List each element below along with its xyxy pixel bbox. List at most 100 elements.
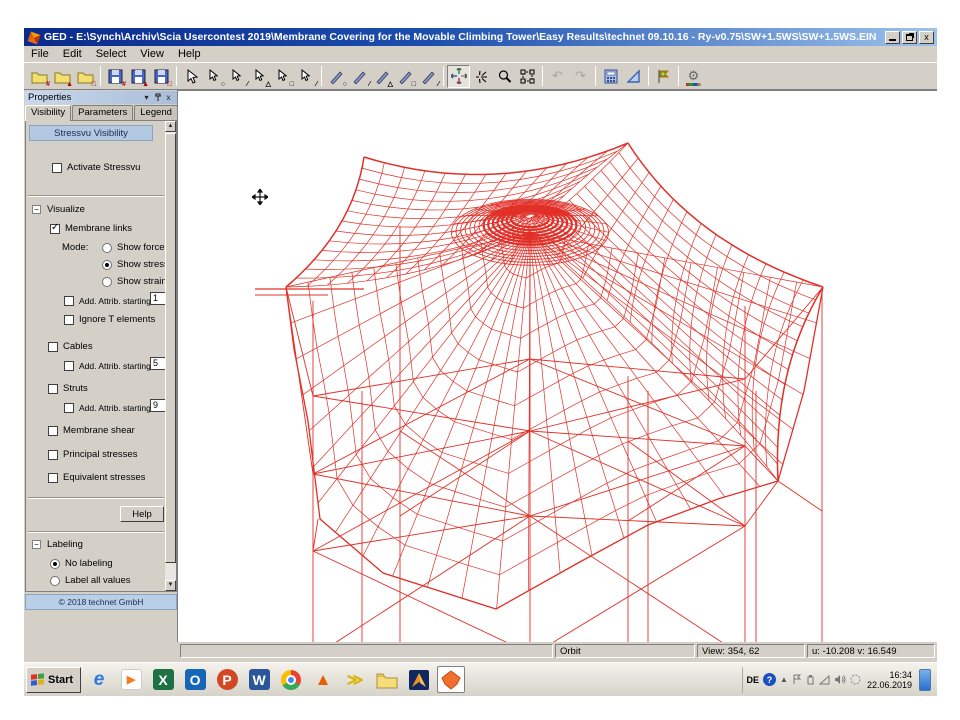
menu-select[interactable]: Select [89,47,134,61]
show-desktop-button[interactable] [919,669,931,691]
draw-polyline-button[interactable]: ⁄ [417,65,440,88]
checkbox-box[interactable] [48,450,58,460]
collapse-icon[interactable]: − [32,540,41,549]
menu-file[interactable]: File [24,47,56,61]
hidden-icons-chevron[interactable]: ▲ [780,675,788,684]
collapse-icon[interactable]: − [32,205,41,214]
radio-circle[interactable] [50,559,60,569]
checkbox-equivalent-stresses[interactable]: Equivalent stresses [48,471,145,484]
checkbox-box[interactable] [48,426,58,436]
save-geometry-button[interactable]: # [104,65,127,88]
scroll-up-button[interactable]: ▲ [165,121,176,132]
viewport-canvas[interactable] [178,90,937,642]
scroll-down-button[interactable]: ▼ [165,580,176,591]
open-mesh-button[interactable]: ▲ [51,65,74,88]
start-button[interactable]: Start [26,667,81,693]
panel-scrollbar[interactable]: ▲ ▼ [165,121,176,591]
scroll-thumb[interactable] [165,133,176,563]
taskbar-technet-app[interactable] [405,666,433,693]
menu-help[interactable]: Help [171,47,208,61]
save-mesh-button[interactable]: ▲ [127,65,150,88]
restore-button[interactable] [902,31,917,44]
checkbox-membrane-shear[interactable]: Membrane shear [48,424,135,437]
help-button[interactable]: Help [120,506,164,522]
taskbar-excel[interactable]: X [149,666,177,693]
checkbox-box[interactable] [48,384,58,394]
draw-quad-button[interactable]: □ [394,65,417,88]
select-line-button[interactable]: ⁄ [226,65,249,88]
radio-circle[interactable] [102,277,112,287]
taskbar-powerpoint[interactable]: P [213,666,241,693]
panel-pin-icon[interactable] [152,92,163,103]
redo-button[interactable]: ↷ [569,65,592,88]
safely-remove-tray-icon[interactable] [850,674,861,685]
tab-legend[interactable]: Legend [134,105,178,120]
zoom-window-button[interactable] [493,65,516,88]
flag-button[interactable] [652,65,675,88]
zoom-point-button[interactable] [470,65,493,88]
open-geometry-button[interactable]: # [28,65,51,88]
calculator-button[interactable] [599,65,622,88]
radio-show-stress[interactable]: Show stress [102,258,169,271]
tray-clock[interactable]: 16:34 22.06.2019 [867,670,912,690]
checkbox-box[interactable] [64,296,74,306]
panel-menu-arrow-icon[interactable]: ▾ [141,92,152,103]
radio-label-all[interactable]: Label all values [50,574,131,587]
network-tray-icon[interactable] [819,675,830,685]
taskbar-media-player[interactable]: ▶ [117,666,145,693]
save-result-button[interactable]: □ [150,65,173,88]
checkbox-box[interactable] [64,315,74,325]
language-indicator[interactable]: DE [747,675,760,685]
taskbar-vlc[interactable]: ▲ [309,666,337,693]
measure-button[interactable] [622,65,645,88]
settings-gear-button[interactable]: ⚙ [682,65,705,88]
group-labeling[interactable]: − Labeling [32,538,83,551]
radio-circle[interactable] [102,243,112,253]
close-button[interactable]: x [919,31,934,44]
menu-view[interactable]: View [133,47,171,61]
panel-close-icon[interactable]: x [163,92,174,103]
open-result-button[interactable]: □ [74,65,97,88]
tab-parameters[interactable]: Parameters [72,105,133,120]
checkbox-struts[interactable]: Struts [48,382,88,395]
volume-tray-icon[interactable] [834,674,846,685]
menu-edit[interactable]: Edit [56,47,89,61]
zoom-extents-button[interactable] [516,65,539,88]
undo-button[interactable]: ↶ [546,65,569,88]
taskbar-ged-active[interactable] [437,666,465,693]
taskbar-outlook[interactable]: O [181,666,209,693]
radio-no-labeling[interactable]: No labeling [50,557,113,570]
checkbox-box[interactable] [48,342,58,352]
checkbox-ignore-t[interactable]: Ignore T elements [64,313,155,326]
taskbar-file-manager[interactable] [373,666,401,693]
taskbar-easy-tool[interactable]: ≫ [341,666,369,693]
select-quad-button[interactable]: □ [272,65,295,88]
checkbox-activate-stressvu[interactable]: Activate Stressvu [52,161,140,174]
checkbox-box[interactable] [64,361,74,371]
draw-line-button[interactable]: ⁄ [348,65,371,88]
select-button[interactable] [180,65,203,88]
orbit-tool-button[interactable] [447,65,470,88]
select-element-button[interactable]: ⁄ [295,65,318,88]
checkbox-box[interactable] [52,163,62,173]
checkbox-box[interactable] [48,473,58,483]
checkbox-box[interactable] [64,403,74,413]
help-tray-icon[interactable]: ? [763,673,776,686]
taskbar-internet-explorer[interactable]: e [85,666,113,693]
draw-triangle-button[interactable]: △ [371,65,394,88]
radio-circle[interactable] [102,260,112,270]
select-point-button[interactable]: ○ [203,65,226,88]
checkbox-membrane-links[interactable]: Membrane links [50,222,132,235]
taskbar-chrome[interactable] [277,666,305,693]
checkbox-cables[interactable]: Cables [48,340,93,353]
radio-show-force[interactable]: Show force [102,241,165,254]
taskbar-word[interactable]: W [245,666,273,693]
power-tray-icon[interactable] [806,674,815,685]
flag-tray-icon[interactable] [792,674,802,685]
group-visualize[interactable]: − Visualize [32,203,85,216]
checkbox-principal-stresses[interactable]: Principal stresses [48,448,137,461]
checkbox-box[interactable] [50,224,60,234]
minimize-button[interactable] [885,31,900,44]
radio-circle[interactable] [50,576,60,586]
tab-visibility[interactable]: Visibility [25,105,71,121]
